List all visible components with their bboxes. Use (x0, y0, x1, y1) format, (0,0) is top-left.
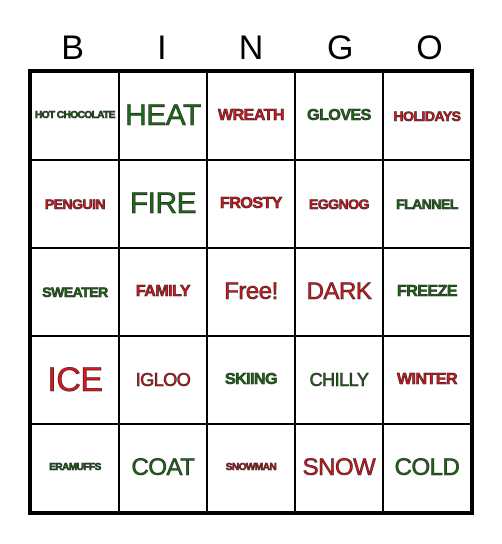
bingo-cell-text: FIRE (129, 187, 197, 220)
bingo-cell-text: FLANNEL (396, 196, 459, 212)
header-letter-o: O (416, 29, 443, 67)
bingo-cell[interactable]: SKIING (207, 336, 295, 424)
bingo-header: B I N G O (28, 28, 474, 68)
bingo-cell-text: SKIING (224, 371, 278, 388)
bingo-cell[interactable]: WREATH (207, 72, 295, 160)
bingo-cell-text: FREEZE (396, 283, 458, 300)
bingo-cell[interactable]: IGLOO (119, 336, 207, 424)
bingo-cell-text: EGGNOG (308, 196, 370, 212)
bingo-cell[interactable]: SNOWMAN (207, 424, 295, 512)
bingo-cell[interactable]: CHILLY (295, 336, 383, 424)
bingo-cell-text: CHILLY (309, 370, 369, 390)
bingo-cell-text: DARK (306, 278, 372, 305)
bingo-cell[interactable]: FROSTY (207, 160, 295, 248)
bingo-cell-text: HOT CHOCOLATE (35, 110, 116, 121)
bingo-cell[interactable]: FLANNEL (383, 160, 471, 248)
bingo-cell[interactable]: COLD (383, 424, 471, 512)
bingo-cell[interactable]: WINTER (383, 336, 471, 424)
bingo-cell[interactable]: FAMILY (119, 248, 207, 336)
bingo-cell[interactable]: ERAMUFFS (31, 424, 119, 512)
bingo-cell[interactable]: HOLIDAYS (383, 72, 471, 160)
bingo-cell-text: COAT (131, 454, 195, 481)
bingo-card-grid: HOT CHOCOLATE HEAT WREATH GLOVES HOLIDAYS PEN… (28, 69, 474, 515)
header-letter-b: B (61, 29, 84, 67)
bingo-cell-text: FROSTY (220, 195, 283, 212)
header-letter-n: N (238, 29, 264, 67)
free-space-cell[interactable]: Free! (207, 248, 295, 336)
bingo-cell-text: SWEATER (42, 284, 109, 300)
bingo-cell-text: FAMILY (135, 283, 191, 300)
bingo-cell-text: PENGUIN (44, 196, 106, 212)
bingo-cell[interactable]: EGGNOG (295, 160, 383, 248)
bingo-cell-text: ERAMUFFS (49, 462, 102, 473)
bingo-cell[interactable]: FREEZE (383, 248, 471, 336)
bingo-cell[interactable]: HEAT (119, 72, 207, 160)
bingo-cell[interactable]: HOT CHOCOLATE (31, 72, 119, 160)
bingo-cell-text: SNOW (302, 454, 376, 481)
bingo-cell[interactable]: COAT (119, 424, 207, 512)
bingo-cell-text: WINTER (396, 371, 458, 388)
bingo-cell-text: HEAT (125, 99, 202, 132)
bingo-cell[interactable]: PENGUIN (31, 160, 119, 248)
bingo-cell[interactable]: ICE (31, 336, 119, 424)
bingo-cell[interactable]: DARK (295, 248, 383, 336)
bingo-cell[interactable]: GLOVES (295, 72, 383, 160)
header-letter-i: I (157, 29, 167, 67)
bingo-cell-text: ICE (47, 361, 103, 399)
bingo-cell-text: GLOVES (307, 107, 372, 124)
header-letter-g: G (326, 29, 354, 67)
bingo-cell-text: IGLOO (135, 370, 191, 390)
bingo-cell-text: COLD (394, 454, 460, 481)
bingo-cell-text: Free! (224, 278, 279, 305)
bingo-cell-text: HOLIDAYS (393, 108, 461, 124)
bingo-cell-text: SNOWMAN (225, 462, 277, 473)
bingo-cell-text: WREATH (217, 107, 285, 124)
bingo-cell[interactable]: SWEATER (31, 248, 119, 336)
bingo-cell[interactable]: SNOW (295, 424, 383, 512)
bingo-cell[interactable]: FIRE (119, 160, 207, 248)
